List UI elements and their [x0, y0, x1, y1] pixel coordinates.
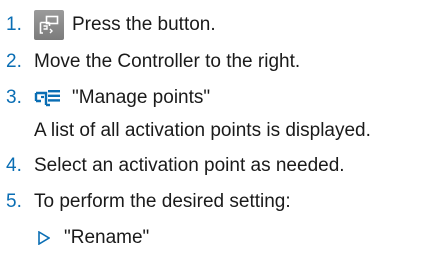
step-2: 2. Move the Controller to the right.	[0, 50, 300, 74]
step-number: 2.	[6, 51, 22, 72]
step-3: 3. "Manage points"	[0, 86, 210, 110]
step-number: 5.	[6, 191, 22, 212]
step-text: Move the Controller to the right.	[34, 51, 301, 72]
step-text: Press the button.	[72, 14, 216, 35]
step-1: 1. Press the button.	[0, 10, 216, 40]
step-4: 4. Select an activation point as needed.	[0, 154, 345, 178]
parking-assist-button-icon	[34, 10, 64, 40]
step-3-result-note: A list of all activation points is displ…	[34, 120, 371, 141]
step-number: 4.	[6, 155, 22, 176]
instruction-list: 1. Press the button. 2. Move the Control…	[0, 0, 438, 273]
step-number: 3.	[6, 87, 22, 108]
step-number: 1.	[6, 14, 22, 35]
parking-menu-icon	[34, 87, 62, 109]
substep-rename: "Rename"	[34, 226, 149, 250]
step-5: 5. To perform the desired setting:	[0, 190, 291, 214]
step-text: "Manage points"	[72, 87, 211, 108]
step-text: Select an activation point as needed.	[34, 155, 345, 176]
step-text: To perform the desired setting:	[34, 191, 291, 212]
triangle-bullet-icon	[38, 231, 50, 245]
substep-text: "Rename"	[64, 227, 150, 248]
